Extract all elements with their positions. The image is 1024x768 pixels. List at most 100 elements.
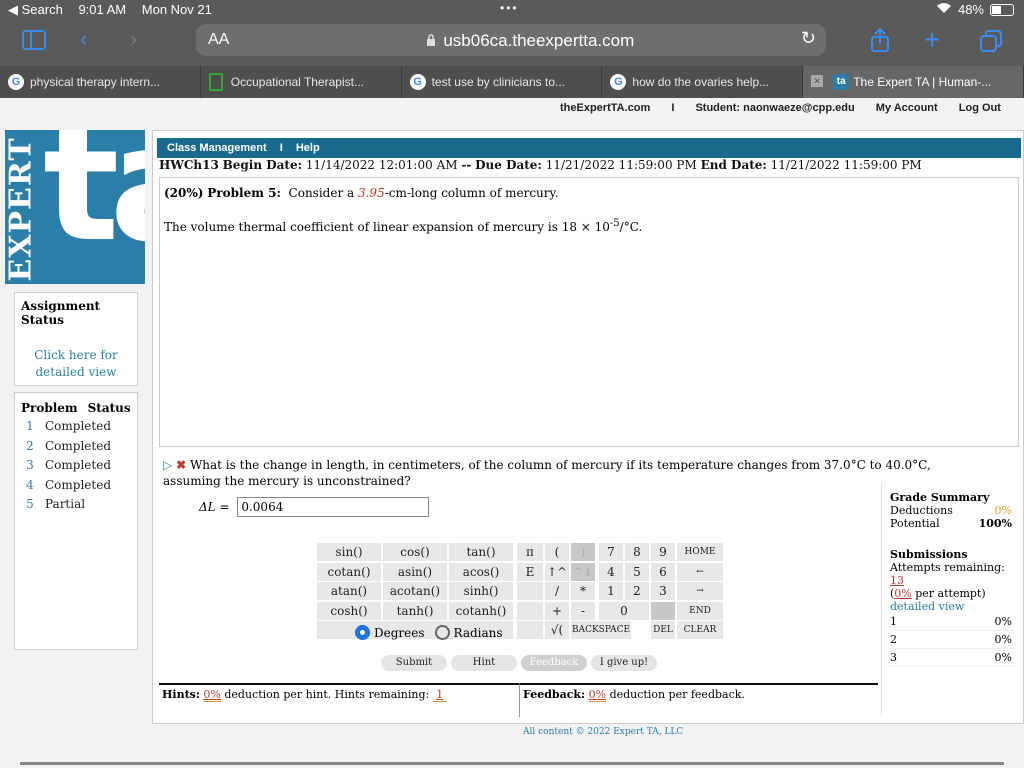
angle-mode: Degrees Radians: [355, 625, 503, 640]
browser-tabs: G physical therapy intern... Occupationa…: [0, 66, 1024, 98]
problem-row[interactable]: 4 Completed: [15, 478, 137, 498]
calc-op-key[interactable]: (: [545, 543, 569, 561]
submission-row: 3 0%: [890, 649, 1016, 667]
reader-aa-button[interactable]: AA: [208, 31, 229, 49]
radians-radio[interactable]: [434, 625, 450, 640]
site-link[interactable]: theExpertTA.com: [560, 102, 650, 114]
url-text[interactable]: usb06ca.theexpertta.com: [426, 31, 634, 51]
calc-digit-key[interactable]: 7: [599, 543, 623, 561]
calc-digit-key[interactable]: 8: [625, 543, 649, 561]
question-text: ▷ ✖ What is the change in length, in cen…: [163, 458, 931, 488]
calc-op-key[interactable]: -: [571, 601, 595, 620]
calc-pi-key[interactable]: π: [517, 543, 543, 561]
back-to-search-link[interactable]: ◀ Search: [8, 2, 63, 17]
calc-func-key[interactable]: atan(): [317, 582, 381, 600]
calc-nav-key[interactable]: HOME: [677, 543, 723, 561]
calc-blank-key[interactable]: [517, 582, 543, 600]
calc-digit-key[interactable]: 9: [651, 543, 675, 561]
new-tab-icon[interactable]: +: [924, 24, 940, 56]
close-tab-icon[interactable]: ✕: [811, 75, 824, 87]
student-email: Student: naonwaeze@cpp.edu: [695, 102, 855, 114]
calc-digit-key[interactable]: 0: [599, 601, 649, 620]
logout-link[interactable]: Log Out: [959, 102, 1001, 114]
hints-bar: Hints: 0% deduction per hint. Hints rema…: [159, 683, 519, 717]
submission-row: 2 0%: [890, 631, 1016, 649]
calc-digit-key[interactable]: 1: [599, 582, 623, 600]
calc-digit-key[interactable]: 4: [599, 562, 623, 581]
calc-op-key[interactable]: +: [545, 601, 569, 620]
calc-func-key[interactable]: cos(): [383, 543, 447, 561]
degrees-radio[interactable]: [355, 625, 370, 640]
calc-digit-key[interactable]: 3: [651, 582, 675, 600]
battery-icon: [990, 3, 1014, 16]
calc-op-key[interactable]: *: [571, 582, 595, 600]
hint-button[interactable]: Hint: [451, 655, 517, 671]
multitask-dots[interactable]: •••: [500, 1, 519, 15]
lock-icon: [426, 34, 439, 49]
feedback-button[interactable]: Feedback: [521, 655, 587, 671]
calc-op-key[interactable]: √(: [545, 621, 569, 639]
problem-row[interactable]: 1 Completed: [15, 419, 137, 439]
calc-op-key[interactable]: /: [545, 582, 569, 600]
wifi-icon: [936, 2, 952, 17]
calc-digit-key[interactable]: 6: [651, 562, 675, 581]
calc-op-key[interactable]: ): [571, 543, 595, 561]
assignment-status-panel: Assignment Status Click here for detaile…: [14, 292, 138, 386]
problem-row[interactable]: 5 Partial: [15, 497, 137, 517]
detailed-view-link[interactable]: Click here for detailed view: [15, 347, 137, 381]
calc-nav-key[interactable]: →: [677, 582, 723, 600]
calc-blank-key[interactable]: [651, 601, 675, 620]
calc-func-key[interactable]: sin(): [317, 543, 381, 561]
tab-test-use[interactable]: G test use by clinicians to...: [402, 66, 603, 98]
forward-icon[interactable]: ›: [130, 26, 137, 52]
share-icon[interactable]: [870, 27, 890, 58]
my-account-link[interactable]: My Account: [876, 102, 938, 114]
problem-value: 3.95: [357, 186, 385, 200]
submit-button[interactable]: Submit: [381, 655, 447, 671]
calc-func-key[interactable]: tanh(): [383, 601, 447, 620]
calc-func-key[interactable]: cotan(): [317, 562, 381, 581]
sidebar-icon[interactable]: [22, 30, 46, 56]
calc-func-key[interactable]: acotan(): [383, 582, 447, 600]
reload-icon[interactable]: ↻: [801, 28, 816, 49]
address-bar[interactable]: AA usb06ca.theexpertta.com ↻: [196, 24, 826, 56]
calc-digit-key[interactable]: 2: [625, 582, 649, 600]
tab-physical-therapy[interactable]: G physical therapy intern...: [0, 66, 201, 98]
tab-ovaries[interactable]: G how do the ovaries help...: [602, 66, 804, 98]
calc-nav-key[interactable]: END: [677, 601, 723, 620]
back-icon[interactable]: ‹: [80, 26, 87, 52]
calc-func-key[interactable]: sinh(): [449, 582, 513, 600]
answer-input[interactable]: [237, 497, 430, 517]
help-link[interactable]: Help: [296, 142, 320, 154]
tab-expert-ta[interactable]: ✕ ta The Expert TA | Human-...: [803, 66, 1024, 98]
expert-ta-favicon: ta: [833, 74, 850, 90]
link-separator: I: [671, 102, 675, 114]
calc-backspace-key[interactable]: BACKSPACE: [571, 621, 631, 639]
tab-occupational-therapist[interactable]: Occupational Therapist...: [201, 66, 402, 98]
calc-nav-key[interactable]: CLEAR: [677, 621, 723, 639]
expand-arrow-icon[interactable]: ▷: [163, 458, 172, 472]
class-management-link[interactable]: Class Management: [167, 142, 267, 154]
calc-blank-key[interactable]: [517, 601, 543, 620]
detailed-view-link[interactable]: detailed view: [890, 600, 1016, 613]
calc-func-key[interactable]: cosh(): [317, 601, 381, 620]
calc-func-key[interactable]: cotanh(): [449, 601, 513, 620]
copyright-footer: All content © 2022 Expert TA, LLC: [523, 727, 684, 737]
calc-blank-key[interactable]: [517, 621, 543, 639]
tabs-overview-icon[interactable]: [980, 30, 1002, 58]
calc-func-key[interactable]: asin(): [383, 562, 447, 581]
calc-func-key[interactable]: acos(): [449, 562, 513, 581]
calc-digit-key[interactable]: 5: [625, 562, 649, 581]
calc-nav-key[interactable]: DEL: [651, 621, 675, 639]
expert-ta-logo: EXPERT ta: [5, 130, 145, 284]
calc-op-key[interactable]: ^↓: [571, 562, 595, 581]
give-up-button[interactable]: I give up!: [591, 655, 657, 671]
calc-nav-key[interactable]: ←: [677, 562, 723, 581]
calc-op-key[interactable]: ↑^: [545, 562, 569, 581]
problem-row[interactable]: 3 Completed: [15, 458, 137, 478]
class-nav-bar: Class Management I Help: [157, 138, 1021, 158]
calc-func-key[interactable]: tan(): [449, 543, 513, 561]
problem-row[interactable]: 2 Completed: [15, 439, 137, 459]
calc-e-key[interactable]: E: [517, 562, 543, 581]
job-site-icon: [208, 73, 223, 91]
